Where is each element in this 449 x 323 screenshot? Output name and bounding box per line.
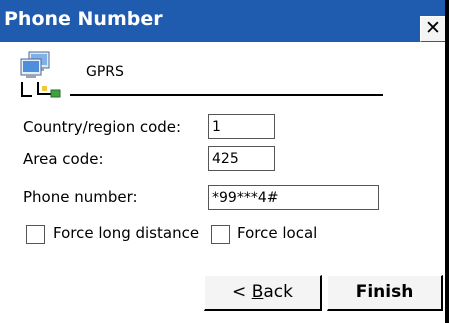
- country-code-field[interactable]: [208, 114, 275, 139]
- back-button-label: ack: [263, 282, 293, 302]
- window-title: Phone Number: [4, 8, 163, 30]
- title-bar: Phone Number ✕: [0, 0, 445, 42]
- connection-name: GPRS: [86, 64, 124, 80]
- phone-number-dialog: Phone Number ✕ GPRS Country/region code:…: [0, 0, 445, 323]
- close-icon: ✕: [425, 17, 441, 39]
- country-code-label: Country/region code:: [23, 118, 182, 136]
- force-long-distance-checkbox[interactable]: [26, 225, 45, 244]
- force-long-distance-label[interactable]: Force long distance: [53, 224, 199, 242]
- network-connection-icon: [20, 51, 61, 98]
- phone-number-label: Phone number:: [23, 188, 138, 206]
- back-button-mnemonic: B: [251, 282, 264, 302]
- close-button[interactable]: ✕: [420, 16, 445, 42]
- back-button-prefix: <: [232, 282, 252, 302]
- force-local-label[interactable]: Force local: [237, 224, 317, 242]
- area-code-label: Area code:: [23, 150, 104, 168]
- finish-button[interactable]: Finish: [327, 275, 443, 311]
- header-divider: [70, 94, 383, 96]
- back-button[interactable]: < Back: [204, 275, 322, 311]
- area-code-field[interactable]: [208, 146, 275, 171]
- force-local-checkbox[interactable]: [211, 225, 230, 244]
- phone-number-field[interactable]: [208, 185, 379, 210]
